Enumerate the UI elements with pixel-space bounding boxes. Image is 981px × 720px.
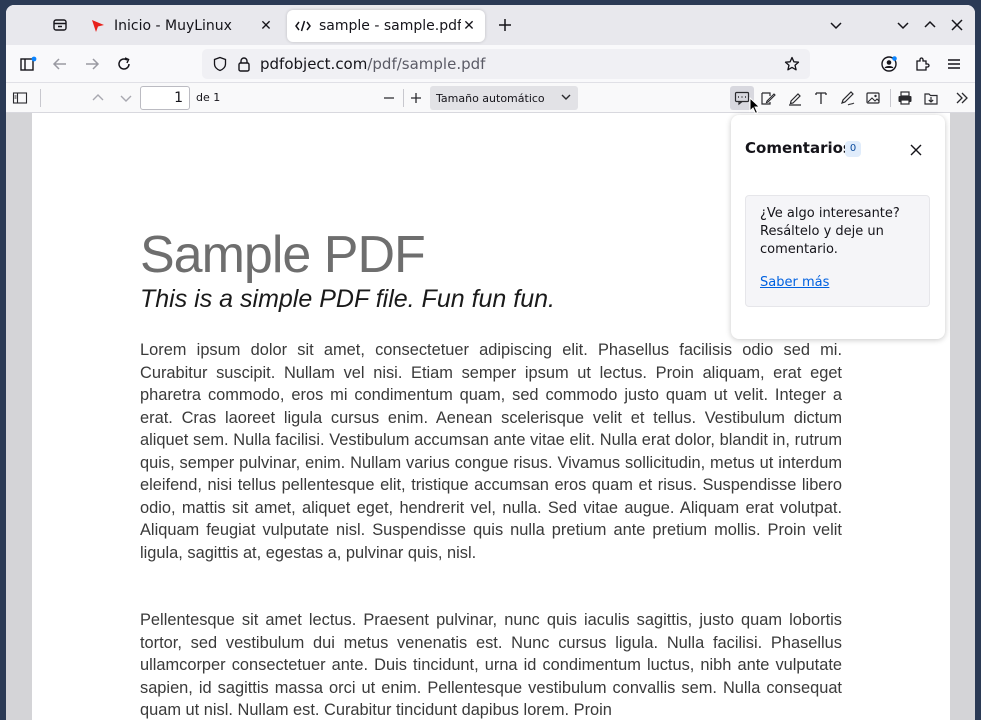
document-paragraph: Lorem ipsum dolor sit amet, consectetuer… xyxy=(140,341,842,562)
sidebar-icon xyxy=(20,56,37,71)
sidebar-toggle-icon xyxy=(12,92,28,104)
minimize-button[interactable] xyxy=(892,14,914,36)
document-title: Sample PDF xyxy=(140,226,426,284)
firefox-view-icon xyxy=(53,19,67,31)
comment-icon xyxy=(734,91,750,106)
hamburger-icon xyxy=(948,59,960,69)
new-tab-button[interactable] xyxy=(494,14,516,36)
toggle-sidebar-button[interactable] xyxy=(8,86,32,110)
navigation-bar: pdfobject.com/pdf/sample.pdf xyxy=(6,45,975,83)
list-all-tabs-button[interactable] xyxy=(825,14,847,36)
muylinux-favicon xyxy=(90,18,106,34)
chevron-down-icon xyxy=(120,95,132,102)
learn-more-link[interactable]: Saber más xyxy=(760,275,829,290)
tab-muylinux[interactable]: Inicio - MuyLinux ✕ xyxy=(82,10,282,42)
tab-sample-pdf[interactable]: sample - sample.pdf ✕ xyxy=(287,10,485,42)
signature-icon xyxy=(761,92,776,105)
reload-button[interactable] xyxy=(112,52,136,76)
shield-icon[interactable] xyxy=(210,54,230,74)
toolbar-separator xyxy=(40,89,41,107)
plus-icon xyxy=(411,93,421,103)
url-bar[interactable]: pdfobject.com/pdf/sample.pdf xyxy=(202,49,810,79)
lock-icon[interactable] xyxy=(234,54,254,74)
empty-state-box: ¿Ve algo interesante? Resáltelo y deje u… xyxy=(745,195,930,307)
sidebar-button[interactable] xyxy=(16,52,40,76)
page-number-input[interactable]: 1 xyxy=(140,86,190,110)
forward-button[interactable] xyxy=(80,52,104,76)
image-icon xyxy=(866,92,880,104)
extensions-button[interactable] xyxy=(910,52,934,76)
add-image-button[interactable] xyxy=(861,86,885,110)
tab-title: sample - sample.pdf xyxy=(319,18,461,34)
printer-icon xyxy=(898,91,912,105)
double-chevron-right-icon xyxy=(956,92,968,104)
mouse-cursor-icon xyxy=(749,97,761,115)
empty-state-message: ¿Ve algo interesante? Resáltelo y deje u… xyxy=(760,206,900,257)
account-icon xyxy=(881,56,897,72)
print-button[interactable] xyxy=(893,86,917,110)
arrow-right-icon xyxy=(86,58,100,70)
text-icon xyxy=(815,92,827,104)
zoom-select[interactable]: Tamaño automático xyxy=(430,86,578,110)
chevron-up-icon xyxy=(92,94,104,101)
minus-icon xyxy=(384,97,394,99)
browser-window: Inicio - MuyLinux ✕ sample - sample.pdf … xyxy=(6,5,975,720)
tab-close-icon[interactable]: ✕ xyxy=(258,18,274,34)
toolbar-separator xyxy=(890,89,891,107)
highlight-button[interactable] xyxy=(783,86,807,110)
pdf-toolbar: 1 de 1 Tamaño automático xyxy=(6,83,975,113)
page-count-label: de 1 xyxy=(196,91,221,104)
close-icon xyxy=(951,19,963,31)
code-icon xyxy=(295,18,311,34)
tab-title: Inicio - MuyLinux xyxy=(114,18,232,34)
back-button[interactable] xyxy=(48,52,72,76)
document-paragraph: Pellentesque sit amet lectus. Praesent p… xyxy=(140,611,842,719)
url-text[interactable]: pdfobject.com/pdf/sample.pdf xyxy=(260,55,485,73)
reload-icon xyxy=(118,57,130,70)
firefox-view-button[interactable] xyxy=(48,13,72,37)
highlighter-icon xyxy=(789,93,801,106)
draw-button[interactable] xyxy=(835,86,859,110)
maximize-button[interactable] xyxy=(919,14,941,36)
account-button[interactable] xyxy=(877,52,901,76)
tab-strip: Inicio - MuyLinux ✕ sample - sample.pdf … xyxy=(6,5,975,45)
next-page-button[interactable] xyxy=(114,86,138,110)
url-path: /pdf/sample.pdf xyxy=(367,55,486,73)
url-domain: pdfobject.com xyxy=(260,55,368,73)
zoom-out-button[interactable] xyxy=(377,86,401,110)
bookmark-star-icon[interactable] xyxy=(782,54,802,74)
chevron-down-icon xyxy=(897,22,909,30)
chevron-down-icon xyxy=(830,22,842,30)
popup-close-button[interactable] xyxy=(905,139,927,161)
previous-page-button[interactable] xyxy=(86,86,110,110)
close-window-button[interactable] xyxy=(946,14,968,36)
download-icon xyxy=(924,93,938,105)
arrow-left-icon xyxy=(52,58,66,70)
document-subtitle: This is a simple PDF file. Fun fun fun. xyxy=(140,285,555,313)
plus-icon xyxy=(499,19,511,31)
puzzle-icon xyxy=(916,57,930,71)
text-button[interactable] xyxy=(809,86,833,110)
chevron-up-icon xyxy=(924,20,936,28)
zoom-value: Tamaño automático xyxy=(436,91,545,105)
pen-icon xyxy=(841,91,855,106)
comments-popup: Comentarios 0 ¿Ve algo interesante? Resá… xyxy=(731,115,945,339)
more-tools-button[interactable] xyxy=(950,86,974,110)
chevron-down-icon xyxy=(561,94,571,100)
tab-close-icon[interactable]: ✕ xyxy=(461,18,477,34)
comment-count-badge: 0 xyxy=(845,141,861,157)
popup-title: Comentarios xyxy=(745,139,852,157)
zoom-in-button[interactable] xyxy=(404,86,428,110)
menu-button[interactable] xyxy=(942,52,966,76)
save-button[interactable] xyxy=(919,86,943,110)
close-icon xyxy=(910,144,922,156)
